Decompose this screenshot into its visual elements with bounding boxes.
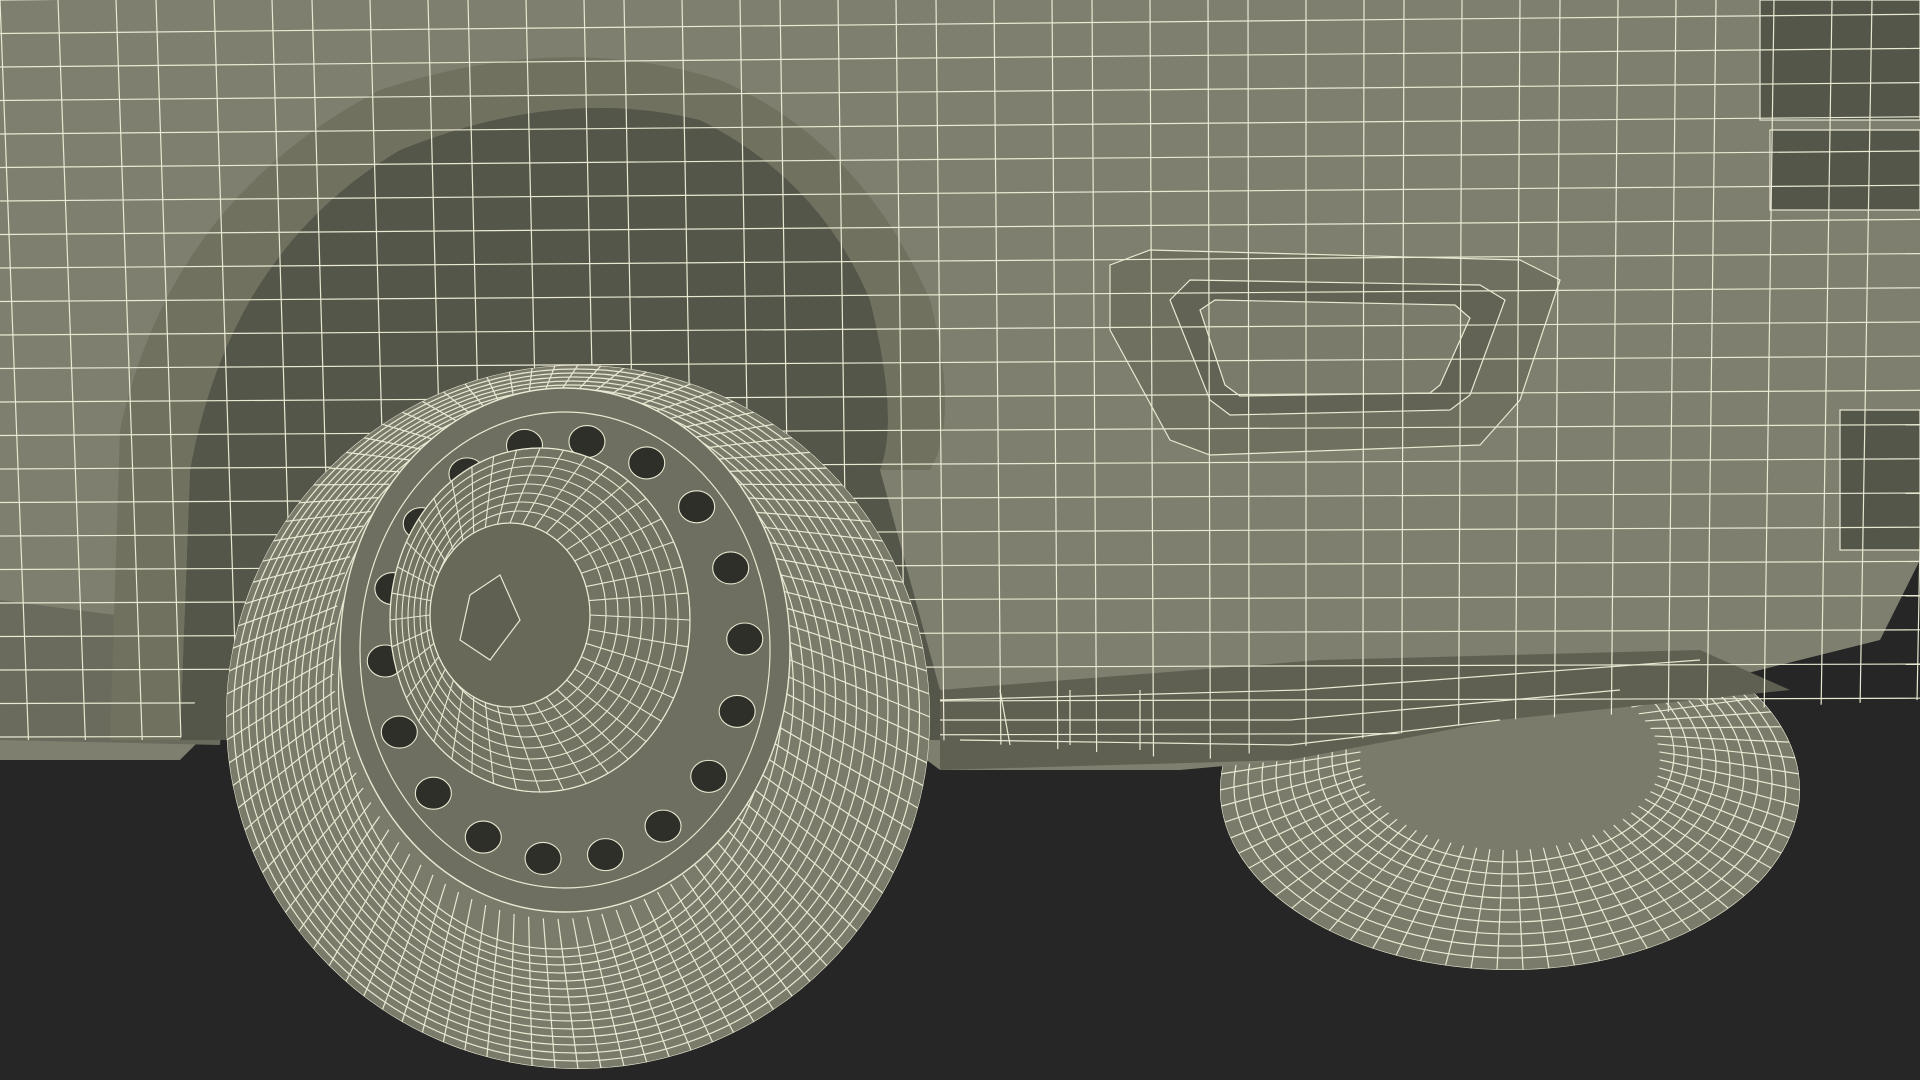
rim-vent-hole (464, 820, 502, 854)
rim-vent-hole (586, 838, 625, 872)
rim-vent-hole (726, 622, 764, 656)
rim-vent-hole (628, 446, 666, 480)
hub-cap (429, 522, 591, 708)
wireframe-scene (0, 0, 1920, 1080)
3d-viewport[interactable] (0, 0, 1920, 1080)
rim-vent-hole (712, 551, 750, 585)
rim-vent-hole (718, 694, 756, 728)
rim-vent-hole (414, 776, 452, 810)
rim-vent-hole (678, 490, 716, 524)
rim-vent-hole (380, 715, 418, 749)
rim-vent-hole (690, 759, 728, 793)
rim-vent-hole (644, 809, 682, 843)
side-marker-light (1109, 249, 1561, 456)
rim-vent-hole (524, 841, 562, 875)
front-rim (339, 387, 791, 913)
